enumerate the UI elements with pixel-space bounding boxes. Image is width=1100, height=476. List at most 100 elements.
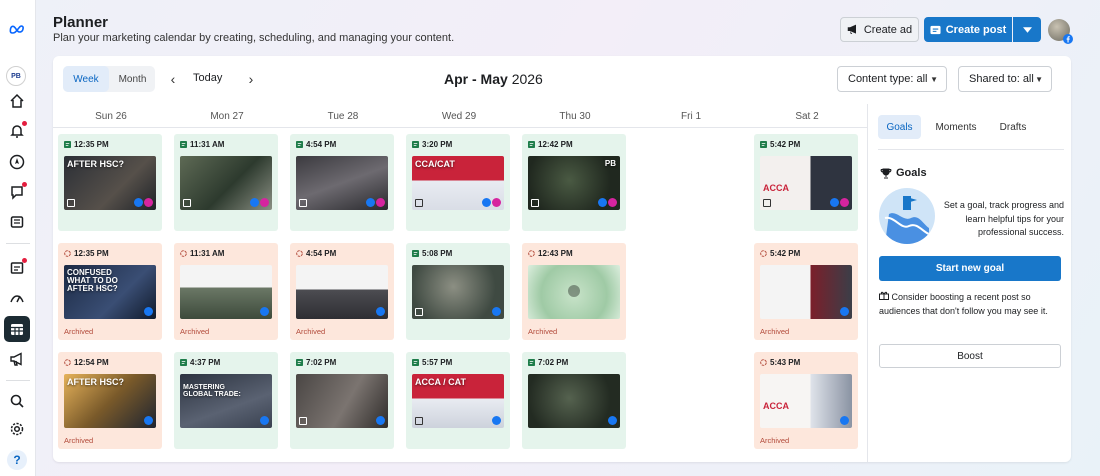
user-avatar[interactable] [1048, 19, 1073, 44]
post-time: 12:54 PM [64, 358, 109, 367]
content-type-filter[interactable]: Content type: all ▼ [837, 66, 947, 92]
day-header: Sat 2 [795, 110, 819, 122]
tab-goals[interactable]: Goals [878, 115, 921, 139]
post-time: 5:42 PM [760, 249, 800, 258]
thumbnail-text: CONFUSED WHAT TO DO AFTER HSC? [67, 268, 118, 293]
home-icon[interactable] [6, 90, 28, 112]
tab-drafts[interactable]: Drafts [992, 115, 1034, 139]
next-week-chevron-icon[interactable]: › [243, 70, 259, 88]
caret-down-icon: ▼ [930, 74, 938, 84]
post-card[interactable]: 12:35 PM AFTER HSC? [58, 134, 162, 231]
calendar-icon [415, 199, 423, 207]
goals-description: Set a goal, track progress and learn hel… [943, 200, 1064, 237]
facebook-icon [492, 307, 501, 316]
inbox-icon[interactable] [6, 181, 28, 203]
compass-icon[interactable] [6, 151, 28, 173]
post-card[interactable]: 5:57 PM ACCA / CAT [406, 352, 510, 449]
page-title: Planner [53, 14, 109, 31]
inbox-dot [22, 182, 27, 187]
post-time: 5:08 PM [412, 249, 452, 258]
thumbnail-text: ACCA [763, 401, 789, 411]
archived-label: Archived [760, 327, 790, 336]
post-card[interactable]: 7:02 PM [290, 352, 394, 449]
post-thumbnail: AFTER HSC? [64, 374, 156, 428]
planner-panel: Week Month ‹ Today › Apr - May 2026 Cont… [53, 56, 1071, 462]
post-time: 12:35 PM [64, 140, 109, 149]
post-time: 4:54 PM [296, 140, 336, 149]
carousel-icon [763, 199, 771, 207]
day-header-row: Sun 26 Mon 27 Tue 28 Wed 29 Thu 30 Fri 1… [53, 104, 867, 128]
boost-button[interactable]: Boost [879, 344, 1061, 368]
post-card[interactable]: 7:02 PM [522, 352, 626, 449]
page-avatar-text: PB [11, 72, 21, 80]
search-icon[interactable] [6, 390, 28, 412]
caret-down-icon [1022, 26, 1032, 33]
archived-label: Archived [64, 327, 94, 336]
facebook-icon [492, 416, 501, 425]
settings-gear-icon[interactable] [6, 418, 28, 440]
post-card[interactable]: 4:37 PM MASTERING GLOBAL TRADE: [174, 352, 278, 449]
megaphone-small-icon [847, 24, 856, 34]
left-rail: PB ? [0, 0, 36, 476]
post-card-archived[interactable]: 11:31 AM Archived [174, 243, 278, 340]
facebook-icon [250, 198, 259, 207]
megaphone-icon[interactable] [6, 348, 28, 370]
page-avatar[interactable]: PB [6, 66, 26, 86]
facebook-icon [144, 416, 153, 425]
today-button[interactable]: Today [193, 72, 222, 84]
post-card-archived[interactable]: 12:54 PM AFTER HSC? Archived [58, 352, 162, 449]
notifications-icon[interactable] [6, 120, 28, 142]
help-icon[interactable]: ? [7, 450, 27, 470]
notification-dot [22, 121, 27, 126]
gift-icon [879, 291, 889, 300]
thumbnail-text: AFTER HSC? [67, 377, 124, 387]
post-card-archived[interactable]: 5:42 PM Archived [754, 243, 858, 340]
archived-label: Archived [64, 436, 94, 445]
reel-icon [415, 308, 423, 316]
create-post-label: Create post [945, 23, 1007, 36]
month-view-tab[interactable]: Month [110, 66, 155, 92]
tab-moments[interactable]: Moments [930, 115, 982, 139]
week-view-tab[interactable]: Week [63, 66, 109, 92]
ads-icon[interactable] [6, 287, 28, 309]
instagram-icon [840, 198, 849, 207]
page-subtitle: Plan your marketing calendar by creating… [53, 32, 455, 44]
shared-to-filter[interactable]: Shared to: all ▼ [958, 66, 1052, 92]
start-new-goal-button[interactable]: Start new goal [879, 256, 1061, 281]
post-card-archived[interactable]: 4:54 PM Archived [290, 243, 394, 340]
post-card[interactable]: 3:20 PM CCA/CAT [406, 134, 510, 231]
post-card[interactable]: 5:42 PM ACCA [754, 134, 858, 231]
create-post-dropdown-button[interactable] [1013, 17, 1041, 42]
meta-logo-icon[interactable] [6, 18, 28, 40]
post-thumbnail: MASTERING GLOBAL TRADE: [180, 374, 272, 428]
post-card[interactable]: 12:42 PM PB [522, 134, 626, 231]
day-header: Mon 27 [210, 110, 244, 122]
rail-divider-2 [6, 380, 30, 381]
post-card-archived[interactable]: 5:43 PM ACCA Archived [754, 352, 858, 449]
post-card[interactable]: 11:31 AM [174, 134, 278, 231]
post-card-archived[interactable]: 12:35 PM CONFUSED WHAT TO DO AFTER HSC? … [58, 243, 162, 340]
post-card-archived[interactable]: 12:43 PM Archived [522, 243, 626, 340]
post-time: 7:02 PM [528, 358, 568, 367]
day-header: Sun 26 [95, 110, 127, 122]
post-thumbnail [296, 374, 388, 428]
post-thumbnail [412, 265, 504, 319]
carousel-icon [299, 199, 307, 207]
divider [878, 149, 1064, 150]
post-thumbnail: ACCA / CAT [412, 374, 504, 428]
view-toggle: Week Month [63, 66, 155, 92]
previous-week-chevron-icon[interactable]: ‹ [165, 70, 181, 88]
create-post-button[interactable]: Create post [924, 17, 1012, 42]
planner-icon[interactable] [4, 316, 30, 342]
carousel-icon [415, 417, 423, 425]
post-card[interactable]: 5:08 PM [406, 243, 510, 340]
play-icon [568, 285, 580, 297]
post-thumbnail [296, 265, 388, 319]
insights-icon[interactable] [6, 257, 28, 279]
thumbnail-text: CCA/CAT [415, 159, 455, 169]
instagram-icon [608, 198, 617, 207]
create-ad-button[interactable]: Create ad [840, 17, 919, 42]
content-icon[interactable] [6, 211, 28, 233]
post-card[interactable]: 4:54 PM [290, 134, 394, 231]
day-header: Wed 29 [441, 110, 477, 122]
